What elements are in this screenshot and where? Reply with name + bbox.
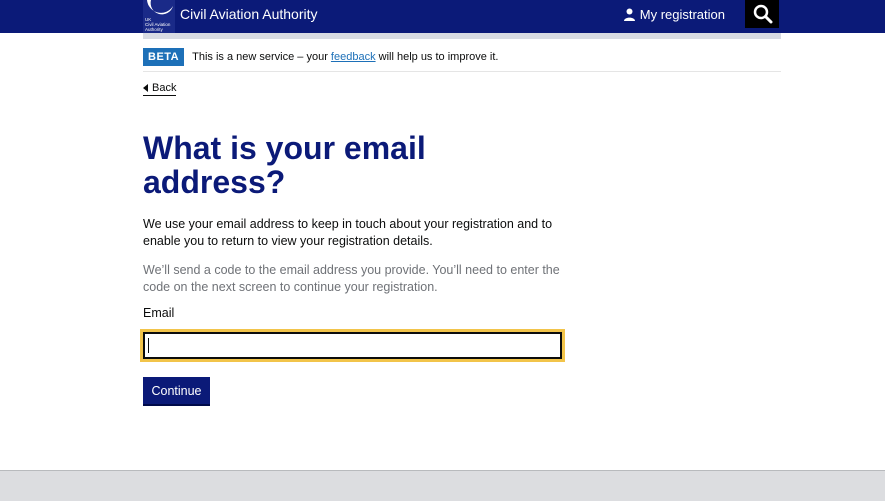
caa-logo[interactable]: UK Civil Aviation Authority bbox=[143, 0, 175, 33]
text-cursor bbox=[148, 338, 149, 353]
site-header: UK Civil Aviation Authority Civil Aviation… bbox=[0, 0, 885, 33]
hint-text: We’ll send a code to the email address y… bbox=[143, 263, 560, 294]
beta-message: This is a new service – your feedback wi… bbox=[192, 51, 498, 63]
intro-text: We use your email address to keep in tou… bbox=[143, 217, 553, 248]
continue-button[interactable]: Continue bbox=[143, 377, 210, 404]
email-field[interactable] bbox=[140, 329, 565, 362]
user-icon bbox=[623, 8, 635, 21]
organisation-name[interactable]: Civil Aviation Authority bbox=[180, 6, 317, 22]
search-icon bbox=[753, 4, 773, 24]
beta-text-after: will help us to improve it. bbox=[375, 51, 499, 63]
back-link[interactable]: Back bbox=[143, 82, 177, 96]
page-title: What is your email address? bbox=[143, 130, 426, 200]
beta-text-before: This is a new service – your bbox=[192, 51, 331, 63]
search-button[interactable] bbox=[745, 0, 779, 28]
email-label: Email bbox=[143, 306, 175, 320]
feedback-link[interactable]: feedback bbox=[331, 51, 376, 63]
my-registration-label: My registration bbox=[639, 7, 725, 22]
beta-tag: BETA bbox=[143, 48, 185, 66]
header-underline bbox=[143, 33, 781, 39]
back-link-label: Back bbox=[152, 82, 177, 94]
phase-banner: BETA This is a new service – your feedba… bbox=[143, 46, 781, 68]
back-arrow-icon bbox=[143, 84, 148, 92]
my-registration-link[interactable]: My registration bbox=[623, 7, 725, 22]
site-footer bbox=[0, 470, 885, 501]
logo-text: UK Civil Aviation Authority bbox=[145, 17, 171, 32]
divider bbox=[143, 71, 781, 72]
